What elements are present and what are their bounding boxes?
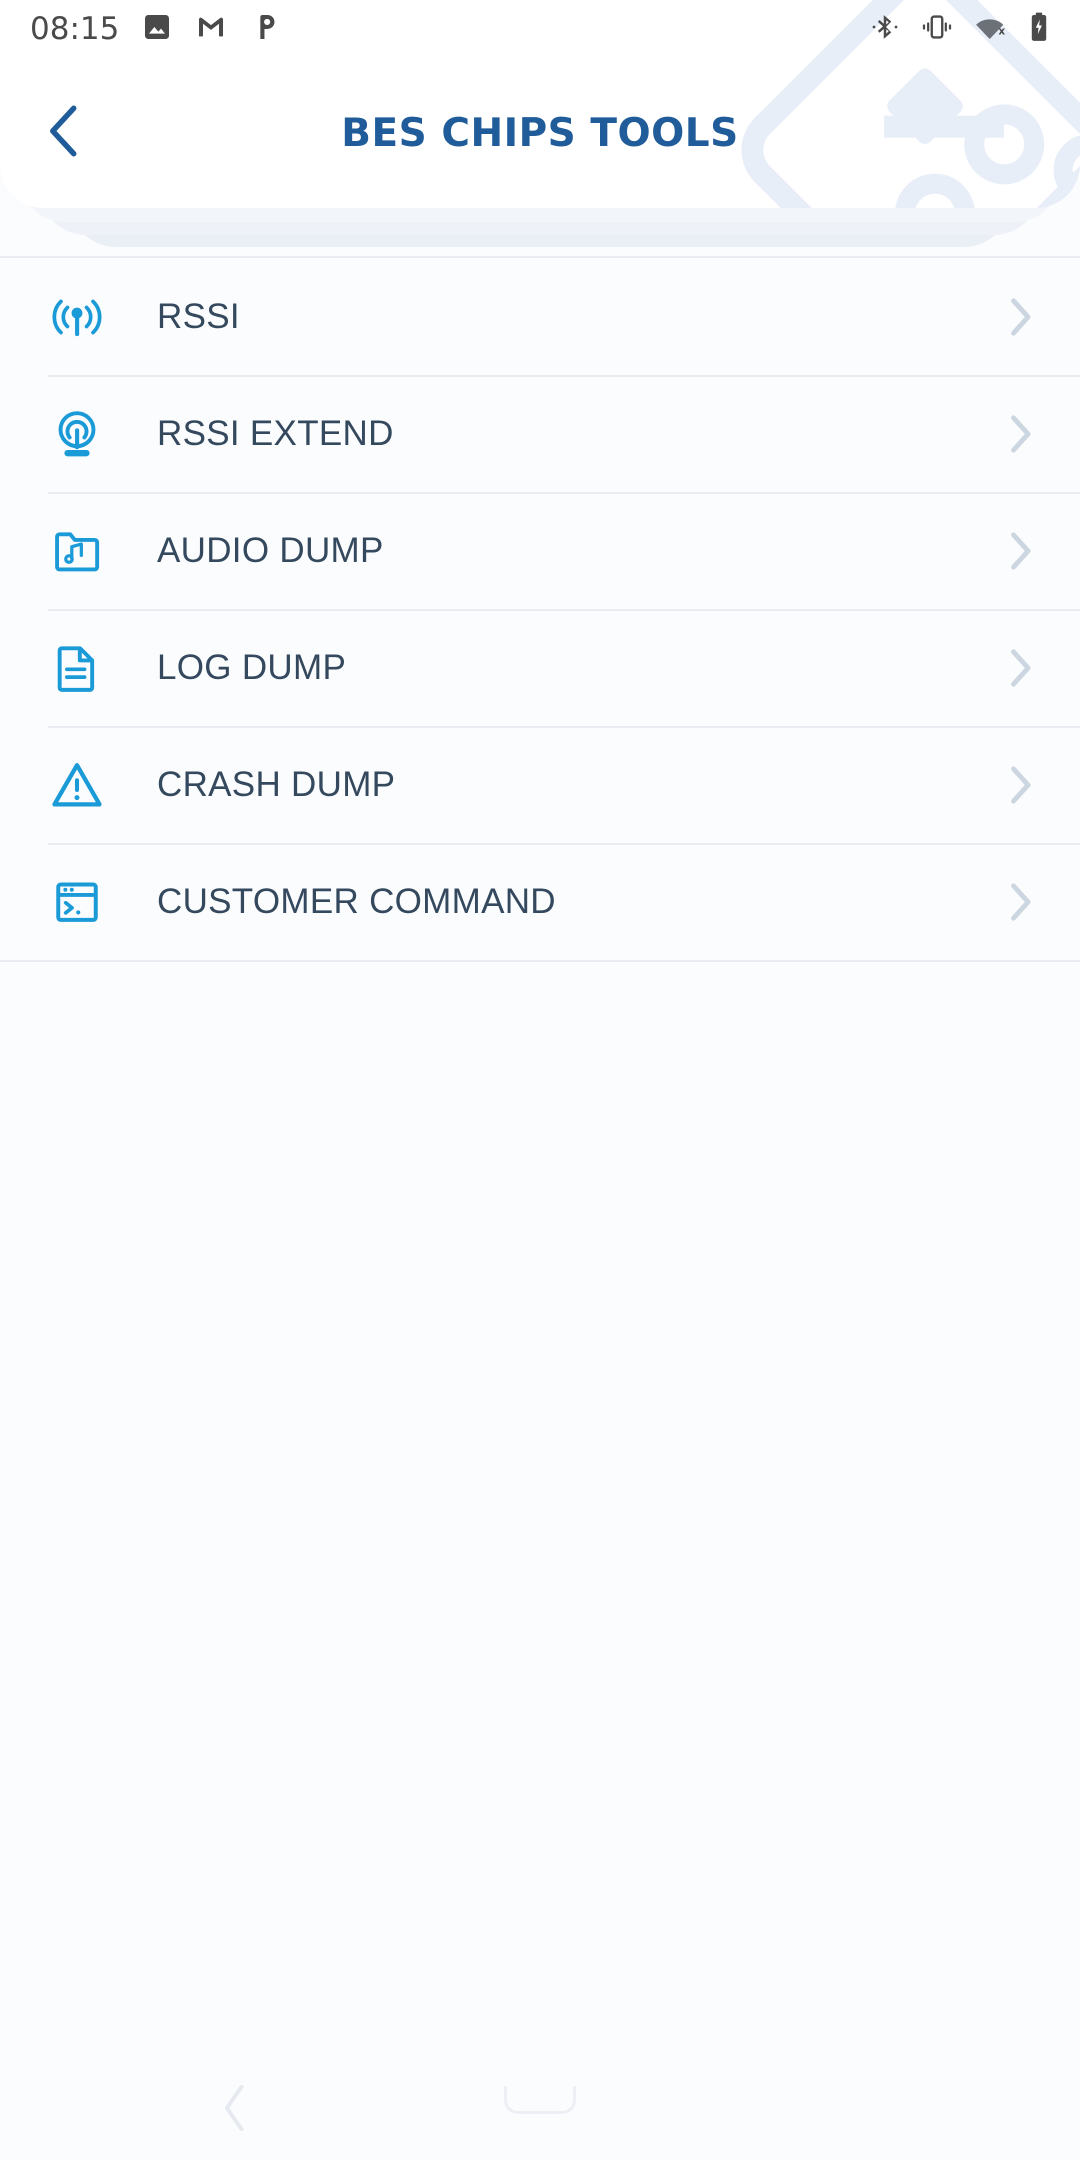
back-button[interactable] [20, 88, 110, 178]
chevron-right-icon[interactable] [1000, 531, 1040, 571]
status-bar: 08:15 x [0, 0, 1080, 58]
list-bottom-divider [0, 960, 1080, 962]
list-item-label: RSSI [157, 296, 240, 336]
list-item-label: CRASH DUMP [157, 764, 396, 804]
list-item-label: RSSI EXTEND [157, 413, 394, 453]
chevron-right-icon[interactable] [1000, 765, 1040, 805]
svg-text:x: x [998, 25, 1005, 37]
list-item-label: AUDIO DUMP [157, 530, 384, 570]
nav-home-indicator[interactable] [504, 2086, 576, 2114]
pocketcasts-icon [249, 11, 281, 48]
chevron-right-icon[interactable] [1000, 297, 1040, 337]
warning-triangle-icon [48, 756, 106, 814]
broadcast-tower-icon [48, 405, 106, 463]
list-item-rssi-extend[interactable]: RSSI EXTEND [0, 375, 1080, 492]
chevron-left-icon [43, 103, 87, 164]
list-item-rssi[interactable]: RSSI [0, 258, 1080, 375]
list-item-label: CUSTOMER COMMAND [157, 881, 556, 921]
status-bar-clock: 08:15 [30, 10, 120, 47]
header-bar: BES CHIPS TOOLS [0, 58, 1080, 208]
status-bar-left: 08:15 [30, 11, 281, 48]
page-title: BES CHIPS TOOLS [341, 110, 739, 156]
battery-charging-icon [1028, 11, 1050, 48]
chevron-right-icon[interactable] [1000, 882, 1040, 922]
gallery-icon [141, 11, 173, 48]
antenna-signal-icon [48, 288, 106, 346]
nav-back-icon[interactable] [205, 2078, 265, 2138]
bluetooth-icon [870, 11, 900, 48]
system-nav-bar [0, 2050, 1080, 2160]
folder-music-icon [48, 522, 106, 580]
list-item-customer-command[interactable]: CUSTOMER COMMAND [0, 843, 1080, 960]
vibrate-icon [920, 11, 954, 48]
list-item-label: LOG DUMP [157, 647, 347, 687]
wifi-off-icon: x [974, 11, 1008, 48]
status-bar-right: x [870, 11, 1050, 48]
chevron-right-icon[interactable] [1000, 414, 1040, 454]
list-item-crash-dump[interactable]: CRASH DUMP [0, 726, 1080, 843]
list-item-audio-dump[interactable]: AUDIO DUMP [0, 492, 1080, 609]
gmail-icon [195, 11, 227, 48]
list-item-log-dump[interactable]: LOG DUMP [0, 609, 1080, 726]
chevron-right-icon[interactable] [1000, 648, 1040, 688]
tools-list: RSSI RSSI EXTEND AUDIO DUMP LOG DUMP CRA… [0, 256, 1080, 962]
document-lines-icon [48, 639, 106, 697]
terminal-window-icon [48, 873, 106, 931]
